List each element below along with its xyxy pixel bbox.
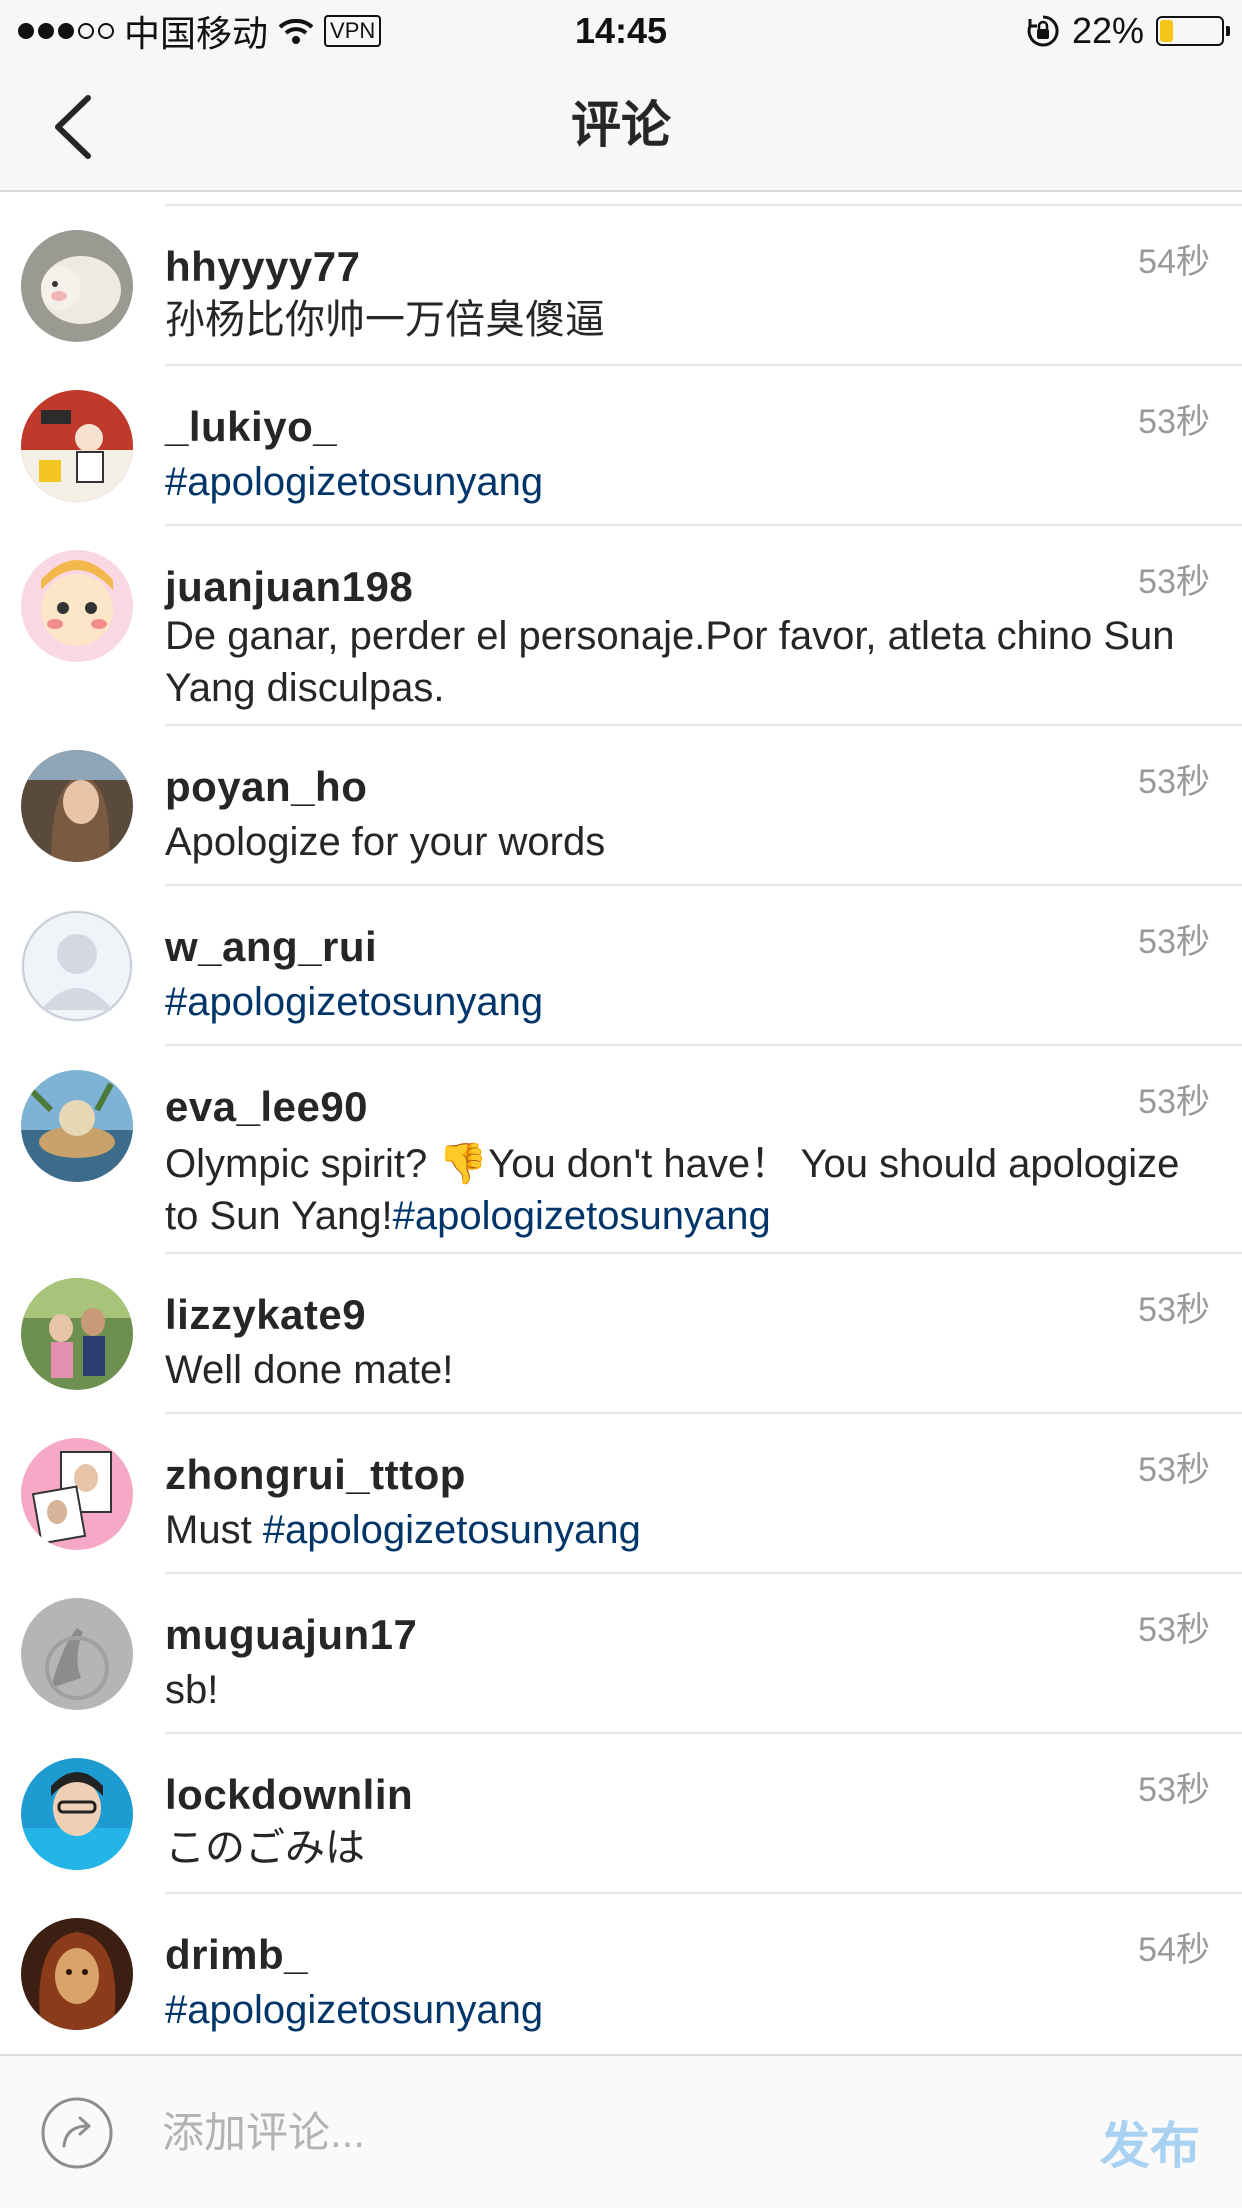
comment-time: 53秒 — [1138, 763, 1210, 801]
comment-username[interactable]: w_ang_rui — [165, 922, 377, 972]
avatar[interactable] — [21, 230, 133, 342]
rotation-lock-icon — [1027, 15, 1059, 47]
share-reply-icon[interactable] — [40, 2096, 114, 2170]
comment-username[interactable]: juanjuan198 — [165, 562, 413, 612]
comment-item: eva_lee90 53秒 Olympic spirit? 👎You don't… — [0, 1046, 1242, 1254]
comment-item: _lukiyo_ 53秒 #apologizetosunyang — [0, 366, 1242, 526]
comment-time: 53秒 — [1138, 1771, 1210, 1809]
avatar[interactable] — [21, 550, 133, 662]
comment-item: juanjuan198 53秒 De ganar, perder el pers… — [0, 526, 1242, 726]
comment-text: #apologizetosunyang — [165, 1984, 1182, 2036]
avatar[interactable] — [21, 1278, 133, 1390]
avatar[interactable] — [21, 1598, 133, 1710]
comment-username[interactable]: _lukiyo_ — [165, 402, 337, 452]
avatar[interactable] — [21, 1758, 133, 1870]
comment-time: 54秒 — [1138, 243, 1210, 281]
comment-text: sb! — [165, 1668, 219, 1712]
comment-text: このごみは — [165, 1826, 365, 1870]
comment-time: 53秒 — [1138, 1291, 1210, 1329]
comment-item: poyan_ho 53秒 Apologize for your words — [0, 726, 1242, 886]
comment-username[interactable]: eva_lee90 — [165, 1082, 368, 1132]
avatar[interactable] — [21, 910, 133, 1022]
comment-username[interactable]: hhyyyy77 — [165, 242, 360, 292]
hashtag-link[interactable]: #apologizetosunyang — [393, 1194, 771, 1238]
comment-item: muguajun17 53秒 sb! — [0, 1574, 1242, 1734]
status-right: 22% — [1026, 0, 1230, 62]
comment-time: 53秒 — [1138, 1083, 1210, 1121]
comment-text: Well done mate! — [165, 1348, 454, 1392]
hashtag-link[interactable]: #apologizetosunyang — [165, 460, 543, 504]
comment-time: 53秒 — [1138, 1611, 1210, 1649]
status-bar: 中国移动 VPN 14:45 22% — [0, 0, 1242, 62]
hashtag-link[interactable]: #apologizetosunyang — [165, 980, 543, 1024]
comment-item: lizzykate9 53秒 Well done mate! — [0, 1254, 1242, 1414]
page-title: 评论 — [571, 97, 671, 153]
hashtag-link[interactable]: #apologizetosunyang — [165, 1988, 543, 2032]
comment-time: 53秒 — [1138, 923, 1210, 961]
avatar[interactable] — [21, 1438, 133, 1550]
comment-item: zhongrui_tttop 53秒 Must #apologizetosuny… — [0, 1414, 1242, 1574]
comment-list[interactable]: hhyyyy77 54秒 孙杨比你帅一万倍臭傻逼 _lukiyo_ 53秒 #a… — [0, 192, 1242, 2054]
comment-username[interactable]: lizzykate9 — [165, 1290, 366, 1340]
post-button[interactable]: 发布 — [1100, 2106, 1200, 2178]
comment-time: 53秒 — [1138, 563, 1210, 601]
comment-text: #apologizetosunyang — [165, 456, 1182, 508]
comment-time: 53秒 — [1138, 1451, 1210, 1489]
avatar[interactable] — [21, 390, 133, 502]
comment-text-body: Must — [165, 1508, 263, 1552]
comment-username[interactable]: drimb_ — [165, 1930, 308, 1980]
comment-item: lockdownlin 53秒 このごみは — [0, 1734, 1242, 1894]
comment-username[interactable]: lockdownlin — [165, 1770, 413, 1820]
comment-time: 53秒 — [1138, 403, 1210, 441]
comment-text: Olympic spirit? 👎You don't have！ You sho… — [165, 1138, 1182, 1242]
avatar[interactable] — [21, 1918, 133, 2030]
comment-username[interactable]: muguajun17 — [165, 1610, 417, 1660]
comment-item: drimb_ 54秒 #apologizetosunyang — [0, 1894, 1242, 2054]
comment-compose-bar: 发布 — [0, 2054, 1242, 2208]
avatar[interactable] — [21, 750, 133, 862]
comment-item: w_ang_rui 53秒 #apologizetosunyang — [0, 886, 1242, 1046]
comment-text: Must #apologizetosunyang — [165, 1504, 1182, 1556]
comment-text: #apologizetosunyang — [165, 976, 1182, 1028]
comment-input[interactable] — [160, 2092, 1044, 2174]
comment-text: De ganar, perder el personaje.Por favor,… — [165, 614, 1175, 710]
avatar[interactable] — [21, 1070, 133, 1182]
comment-text: 孙杨比你帅一万倍臭傻逼 — [165, 298, 605, 342]
comment-time: 54秒 — [1138, 1931, 1210, 1969]
nav-bar: 评论 — [0, 62, 1242, 192]
battery-percent: 22% — [1071, 10, 1144, 51]
comment-username[interactable]: poyan_ho — [165, 762, 367, 812]
battery-icon — [1156, 16, 1230, 46]
hashtag-link[interactable]: #apologizetosunyang — [263, 1508, 641, 1552]
comment-item: hhyyyy77 54秒 孙杨比你帅一万倍臭傻逼 — [0, 206, 1242, 366]
comment-text: Apologize for your words — [165, 820, 606, 864]
battery-fill — [1160, 20, 1174, 42]
comment-username[interactable]: zhongrui_tttop — [165, 1450, 466, 1500]
